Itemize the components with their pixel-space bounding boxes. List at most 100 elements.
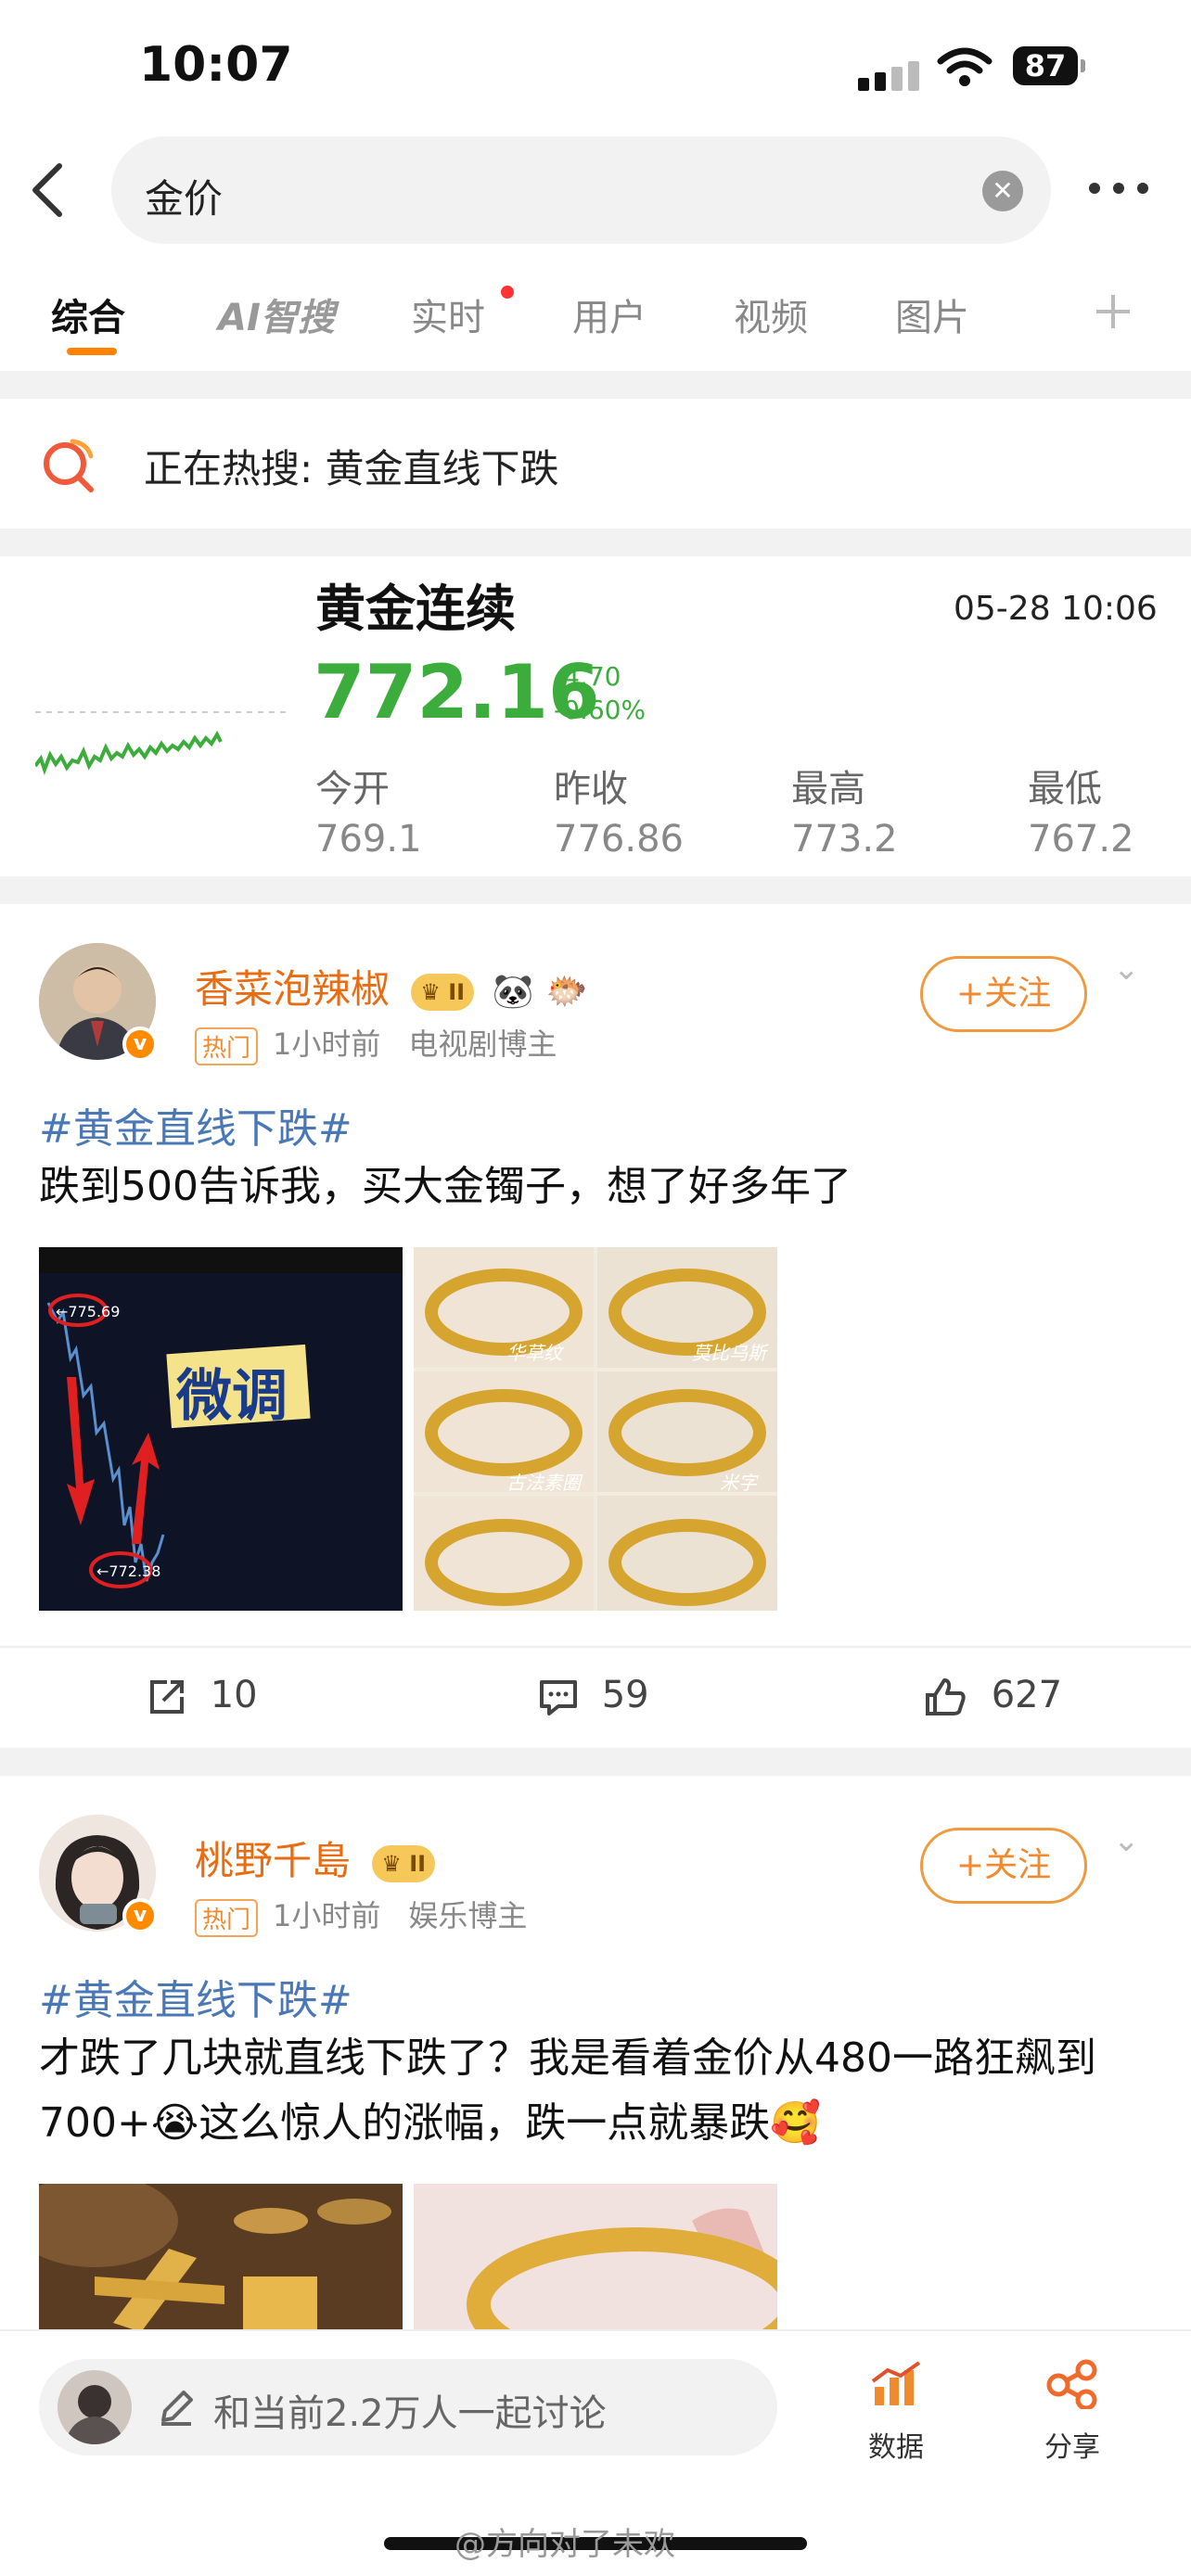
- post-hashtag[interactable]: #黄金直线下跌#: [39, 1095, 352, 1154]
- divider: [0, 876, 1191, 904]
- stat-value: 776.86: [554, 818, 684, 861]
- verified-badge-icon: v: [122, 1027, 158, 1062]
- bracelet-caption: 米字: [720, 1472, 757, 1494]
- vip-badge: ♛ II: [372, 1844, 436, 1882]
- post-meta: 热门 1小时前 电视剧博主: [195, 1021, 557, 1065]
- post-username[interactable]: 桃野千島 ♛ II: [195, 1830, 436, 1886]
- new-dot-badge: [501, 286, 514, 299]
- search-tabs: 综合 AI智搜 实时 用户 视频 图片: [0, 260, 1191, 362]
- tab-comprehensive[interactable]: 综合: [51, 287, 125, 341]
- data-button[interactable]: 数据: [840, 2359, 952, 2465]
- post-hashtag[interactable]: #黄金直线下跌#: [39, 1967, 352, 2026]
- panda-icon: 🐼: [492, 973, 534, 1011]
- repost-button[interactable]: 10: [147, 1674, 258, 1717]
- divider: [0, 371, 1191, 399]
- post-category: 娱乐博主: [408, 1898, 528, 1933]
- comment-icon: [540, 1680, 577, 1715]
- stock-datetime: 05-28 10:06: [954, 590, 1158, 628]
- fish-icon: 🐡: [545, 973, 588, 1011]
- comment-button[interactable]: 59: [538, 1674, 649, 1717]
- stat-label: 今开: [315, 768, 390, 810]
- stat-low: 最低 767.2: [1028, 759, 1134, 861]
- clear-icon[interactable]: ✕: [982, 171, 1023, 211]
- post-text: 才跌了几块就直线下跌了？我是看着金价从480一路狂飙到700+😭这么惊人的涨幅，…: [39, 2034, 1096, 2147]
- price-sparkline: [35, 711, 286, 775]
- post-image-chart[interactable]: 微调 ←775.69 ←772.38: [39, 1247, 403, 1611]
- active-tab-indicator: [67, 348, 117, 355]
- post-meta: 热门 1小时前 娱乐博主: [195, 1893, 527, 1937]
- chevron-down-icon[interactable]: ⌄: [1113, 950, 1140, 988]
- user-avatar-photo: [58, 2370, 132, 2444]
- comment-count: 59: [601, 1674, 649, 1716]
- back-icon[interactable]: [28, 162, 69, 218]
- follow-button[interactable]: +关注: [920, 1828, 1087, 1904]
- post-image-gold-bars[interactable]: [39, 2184, 403, 2332]
- tab-realtime[interactable]: 实时: [411, 287, 485, 341]
- tab-videos[interactable]: 视频: [734, 287, 808, 341]
- post-text: 跌到500告诉我，买大金镯子，想了好多年了: [39, 1163, 852, 1210]
- chart-image-caption: 微调: [176, 1364, 288, 1429]
- hot-badge: 热门: [195, 1027, 259, 1065]
- divider: [0, 1748, 1191, 1776]
- follow-button[interactable]: +关注: [920, 956, 1087, 1032]
- post-image-bracelets[interactable]: 华草纹 莫比乌斯 古法素圈 米字: [414, 1247, 777, 1611]
- vip-level: II: [409, 1850, 427, 1877]
- bracelet-grid-graphic: [414, 1247, 777, 1611]
- share-icon: [1046, 2359, 1097, 2411]
- hot-search-banner[interactable]: 正在热搜: 黄金直线下跌: [0, 399, 1191, 529]
- discussion-placeholder: 和当前2.2万人一起讨论: [213, 2392, 607, 2435]
- share-button[interactable]: 分享: [1017, 2359, 1128, 2465]
- post-category: 电视剧博主: [408, 1027, 557, 1062]
- stock-change-percent: -0.60%: [554, 695, 647, 725]
- stat-value: 767.2: [1028, 818, 1134, 861]
- vip-level: II: [448, 978, 466, 1005]
- status-time: 10:07: [139, 37, 293, 93]
- bracelet-caption: 莫比乌斯: [692, 1342, 766, 1364]
- discussion-input[interactable]: 和当前2.2万人一起讨论: [39, 2359, 777, 2455]
- search-input[interactable]: 金价 ✕: [111, 136, 1051, 244]
- user-avatar: [58, 2370, 132, 2444]
- cellular-signal-icon: [858, 61, 925, 91]
- like-count: 627: [991, 1674, 1063, 1716]
- divider: [0, 529, 1191, 556]
- more-icon[interactable]: [1087, 181, 1152, 196]
- stat-value: 773.2: [791, 818, 898, 861]
- feed-post: v 桃野千島 ♛ II 热门 1小时前 娱乐博主 +关注 ⌄ #黄金直线下跌# 才跌…: [0, 1776, 1191, 2332]
- stat-open: 今开 769.1: [315, 759, 422, 861]
- stock-change: -4.70 -0.60%: [554, 660, 646, 727]
- battery-indicator: 87: [1013, 46, 1085, 85]
- gold-bars-graphic: [39, 2184, 403, 2332]
- post-username[interactable]: 香菜泡辣椒 ♛ II 🐼 🐡: [195, 958, 587, 1014]
- repost-count: 10: [210, 1674, 258, 1716]
- bottom-action-bar: 和当前2.2万人一起讨论 数据 分享: [0, 2329, 1191, 2496]
- bracelet-caption: 古法素圈: [506, 1472, 581, 1494]
- feed-post: v 香菜泡辣椒 ♛ II 🐼 🐡 热门 1小时前 电视剧博主 +关注 ⌄ #黄金直线…: [0, 904, 1191, 1748]
- hot-badge: 热门: [195, 1898, 259, 1937]
- bangle-graphic: [414, 2184, 777, 2332]
- repost-icon: [150, 1680, 184, 1714]
- post-time: 1小时前: [273, 1027, 381, 1062]
- tab-images[interactable]: 图片: [895, 287, 969, 341]
- stat-label: 昨收: [554, 768, 628, 810]
- chart-icon: [871, 2361, 921, 2405]
- hot-search-icon: [44, 439, 94, 492]
- tab-ai-search[interactable]: AI智搜: [218, 287, 335, 341]
- data-label: 数据: [868, 2431, 924, 2464]
- tab-users[interactable]: 用户: [572, 287, 647, 341]
- search-query: 金价: [145, 176, 224, 222]
- add-tab-icon[interactable]: [1095, 293, 1132, 330]
- vip-badge: ♛ II: [411, 973, 475, 1011]
- chevron-down-icon[interactable]: ⌄: [1113, 1822, 1140, 1859]
- verified-badge-icon: v: [122, 1898, 158, 1933]
- status-bar: 10:07 87: [0, 0, 1191, 139]
- search-header: 金价 ✕: [0, 134, 1191, 246]
- bracelet-caption: 华草纹: [506, 1342, 562, 1364]
- like-button[interactable]: 627: [924, 1674, 1062, 1717]
- stat-high: 最高 773.2: [791, 759, 898, 861]
- post-image-bangle[interactable]: [414, 2184, 777, 2332]
- stat-prev-close: 昨收 776.86: [554, 759, 684, 861]
- chart-image-label-bottom: ←772.38: [96, 1562, 161, 1580]
- gold-price-card[interactable]: 黄金连续 05-28 10:06 772.16 -4.70 -0.60% 今开 …: [0, 556, 1191, 876]
- stock-change-value: -4.70: [554, 661, 621, 692]
- stat-label: 最低: [1028, 768, 1102, 810]
